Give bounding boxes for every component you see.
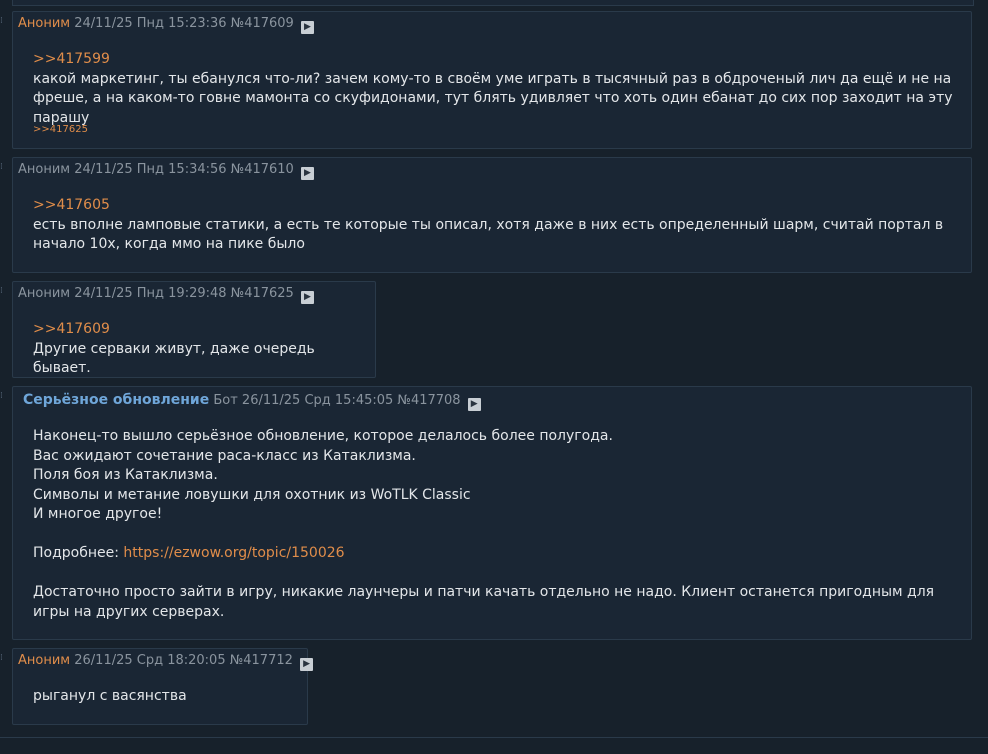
reply-link[interactable]: >>417599 [33,51,110,67]
play-icon[interactable]: ▶ [300,167,314,180]
poster-name[interactable]: Аноним [18,162,70,177]
post-meta[interactable]: 26/11/25 Срд 18:20:05 №417712 [74,653,293,668]
post-body: >>417609 Другие серваки живут, даже очер… [33,320,363,379]
post-header: Аноним 26/11/25 Срд 18:20:05 №417712 ▶ [18,652,314,671]
divider [0,737,988,738]
post-text: рыганул с васянства [33,688,187,704]
post-header: Серьёзное обновление Бот 26/11/25 Срд 15… [23,391,481,411]
post-footer-text: Достаточно просто зайти в игру, никакие … [33,584,939,620]
post-meta[interactable]: 24/11/25 Пнд 15:23:36 №417609 [74,16,294,31]
post-meta[interactable]: 24/11/25 Пнд 15:34:56 №417610 [74,162,294,177]
post-marker: ⁞ [0,391,4,401]
post-marker: ⁞ [0,653,4,663]
poster-name[interactable]: Аноним [18,653,70,668]
body-line: Символы и метание ловушки для охотник из… [33,486,471,503]
post-body: >>417605 есть вполне ламповые статики, а… [33,196,953,255]
post-body: >>417599 какой маркетинг, ты ебанулся чт… [33,50,953,128]
thread: ⁞ Аноним 24/11/25 Пнд 15:23:36 №417609 ▶… [0,0,988,754]
poster-name[interactable]: Аноним [18,286,70,301]
post-header: Аноним 24/11/25 Пнд 19:29:48 №417625 ▶ [18,285,314,304]
poster-name[interactable]: Аноним [18,16,70,31]
post-text: есть вполне ламповые статики, а есть те … [33,216,948,253]
post-header: Аноним 24/11/25 Пнд 15:23:36 №417609 ▶ [18,15,314,34]
topic-link[interactable]: https://ezwow.org/topic/150026 [123,545,344,561]
post-417708: Серьёзное обновление Бот 26/11/25 Срд 15… [12,386,972,640]
body-line: Вас ожидают сочетание раса-класс из Ката… [33,447,416,464]
poster-name[interactable]: Серьёзное обновление [23,392,209,408]
body-line: Поля боя из Катаклизма. [33,467,218,483]
post-body: Наконец-то вышло серьёзное обновление, к… [33,427,953,622]
backlink[interactable]: >>417625 [33,124,88,135]
post-header: Аноним 24/11/25 Пнд 15:34:56 №417610 ▶ [18,161,314,180]
play-icon[interactable]: ▶ [300,291,314,304]
body-line: Наконец-то вышло серьёзное обновление, к… [33,428,613,444]
reply-link[interactable]: >>417605 [33,197,110,213]
post-marker: ⁞ [0,286,4,296]
post-meta[interactable]: Бот 26/11/25 Срд 15:45:05 №417708 [213,393,460,408]
reply-link[interactable]: >>417609 [33,321,110,337]
post-marker: ⁞ [0,16,4,26]
post-417712: Аноним 26/11/25 Срд 18:20:05 №417712 ▶ р… [12,648,314,725]
play-icon[interactable]: ▶ [300,21,314,34]
post-text: Другие серваки живут, даже очередь бывае… [33,340,320,377]
previous-post-edge [12,0,974,6]
body-line: И многое другое! [33,506,163,522]
post-body: рыганул с васянства [33,687,293,707]
play-icon[interactable]: ▶ [300,658,314,671]
post-417625: Аноним 24/11/25 Пнд 19:29:48 №417625 ▶ >… [12,281,376,378]
post-meta[interactable]: 24/11/25 Пнд 19:29:48 №417625 [74,286,294,301]
post-marker: ⁞ [0,162,4,172]
more-label: Подробнее: [33,545,124,561]
post-417610: Аноним 24/11/25 Пнд 15:34:56 №417610 ▶ >… [12,157,972,273]
play-icon[interactable]: ▶ [467,398,481,411]
post-417609: Аноним 24/11/25 Пнд 15:23:36 №417609 ▶ >… [12,11,972,149]
post-text: какой маркетинг, ты ебанулся что-ли? зач… [33,70,957,126]
